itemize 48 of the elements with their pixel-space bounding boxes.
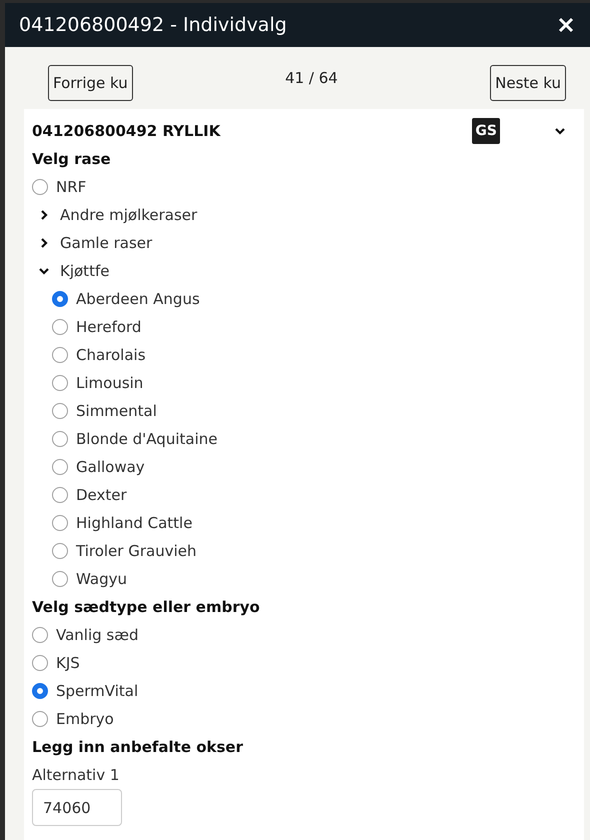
dialog-title: 041206800492 - Individvalg — [19, 14, 287, 36]
radio-option[interactable]: Simmental — [32, 397, 576, 425]
field-label: Alternativ 1 — [32, 765, 120, 786]
radio-button[interactable] — [32, 627, 48, 643]
radio-option[interactable]: Vanlig sæd — [32, 621, 576, 649]
close-button[interactable] — [556, 15, 576, 35]
group-toggle[interactable]: Andre mjølkeraser — [32, 201, 576, 229]
radio-option[interactable]: NRF — [32, 173, 576, 201]
radio-option[interactable]: Charolais — [32, 341, 576, 369]
radio-button[interactable] — [52, 291, 68, 307]
radio-option[interactable]: Limousin — [32, 369, 576, 397]
group-toggle[interactable]: Gamle raser — [32, 229, 576, 257]
radio-option[interactable]: Tiroler Grauvieh — [32, 537, 576, 565]
radio-option[interactable]: KJS — [32, 649, 576, 677]
radio-button[interactable] — [32, 655, 48, 671]
radio-button[interactable] — [52, 403, 68, 419]
radio-button[interactable] — [52, 347, 68, 363]
radio-option[interactable]: Embryo — [32, 705, 576, 733]
radio-button[interactable] — [32, 179, 48, 195]
radio-option[interactable]: Hereford — [32, 313, 576, 341]
section-heading: Velg sædtype eller embryo — [32, 597, 261, 618]
radio-button[interactable] — [52, 431, 68, 447]
radio-button[interactable] — [52, 571, 68, 587]
card-title: 041206800492 RYLLIK — [32, 122, 222, 140]
radio-button[interactable] — [52, 375, 68, 391]
radio-option[interactable]: Highland Cattle — [32, 509, 576, 537]
section-heading: Velg rase — [32, 149, 112, 170]
radio-option[interactable]: Blonde d'Aquitaine — [32, 425, 576, 453]
radio-option[interactable]: Wagyu — [32, 565, 576, 593]
previous-button[interactable]: Forrige ku — [48, 65, 133, 101]
next-button[interactable]: Neste ku — [490, 65, 566, 101]
section-heading: Legg inn anbefalte okser — [32, 737, 244, 758]
radio-button[interactable] — [52, 459, 68, 475]
radio-button[interactable] — [32, 683, 48, 699]
radio-button[interactable] — [32, 711, 48, 727]
radio-button[interactable] — [52, 515, 68, 531]
counter: 41 / 64 — [285, 69, 338, 87]
input-field[interactable]: 74060 — [32, 789, 122, 826]
radio-button[interactable] — [52, 487, 68, 503]
radio-button[interactable] — [52, 543, 68, 559]
radio-option[interactable]: Dexter — [32, 481, 576, 509]
badge: GS — [472, 118, 500, 144]
radio-option[interactable]: Galloway — [32, 453, 576, 481]
group-toggle[interactable]: Kjøttfe — [32, 257, 576, 285]
close-icon — [558, 17, 574, 33]
radio-button[interactable] — [52, 319, 68, 335]
radio-option[interactable]: SpermVital — [32, 677, 576, 705]
radio-option[interactable]: Aberdeen Angus — [32, 285, 576, 313]
